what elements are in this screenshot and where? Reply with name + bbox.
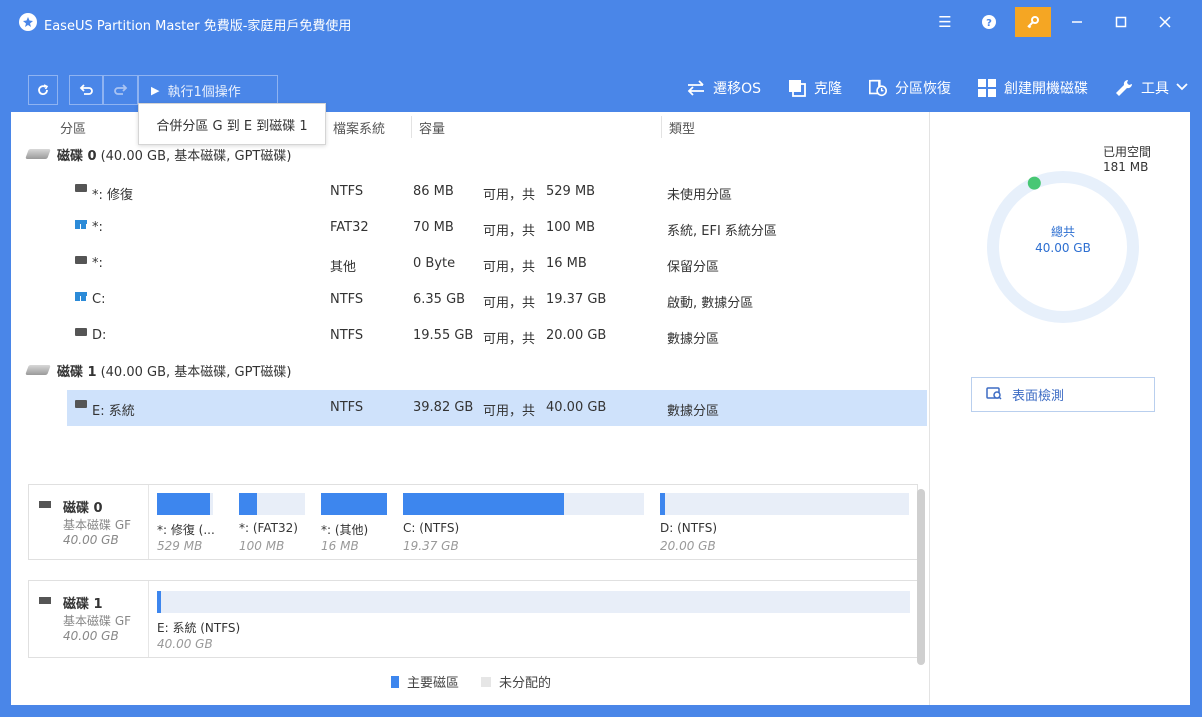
disk-header-0[interactable]: 磁碟 0 (40.00 GB, 基本磁碟, GPT磁碟) — [25, 143, 291, 165]
column-separator — [661, 116, 662, 138]
legend: 主要磁區 未分配的 — [391, 672, 551, 691]
help-icon[interactable]: ? — [971, 7, 1007, 37]
disk-map-1: 磁碟 1 基本磁碟 GF 40.00 GB E: 系統 (NTFS) 40.00… — [28, 580, 918, 658]
properties-panel: 已用空間 181 MB 總共 40.00 GB 表面檢測 — [929, 112, 1190, 705]
undo-button[interactable] — [69, 75, 103, 105]
table-row[interactable]: *: FAT32 70 MB 可用，共 100 MB 系統, EFI 系統分區 — [67, 210, 927, 246]
partition-fill — [660, 493, 665, 515]
disk-icon — [39, 597, 51, 604]
drive-icon — [75, 256, 87, 264]
legend-unallocated: 未分配的 — [481, 672, 551, 691]
undo-icon — [79, 84, 93, 95]
pending-operation-tooltip: 合併分區 G 到 E 到磁碟 1 — [138, 103, 326, 145]
table-row[interactable]: *: 其他 0 Byte 可用，共 16 MB 保留分區 — [67, 246, 927, 282]
primary-swatch — [391, 675, 399, 688]
disk-icon — [25, 365, 51, 375]
partition-fill — [403, 493, 564, 515]
column-separator — [411, 116, 412, 138]
svg-text:?: ? — [986, 18, 992, 29]
table-row[interactable]: *: 修復 NTFS 86 MB 可用，共 529 MB 未使用分區 — [67, 174, 927, 210]
used-marker — [1027, 176, 1041, 190]
tools-menu-button[interactable]: 工具 — [1114, 78, 1188, 98]
disk-icon — [39, 501, 51, 508]
partition-panel: 分區 檔案系統 容量 類型 磁碟 0 (40.00 GB, 基本磁碟, GPT磁… — [11, 112, 929, 705]
play-icon: ▶ — [151, 83, 160, 97]
windows-icon — [977, 78, 997, 98]
partition-fill — [157, 591, 161, 613]
column-header-partition[interactable]: 分區 — [60, 118, 86, 137]
table-row[interactable]: C: NTFS 6.35 GB 可用，共 19.37 GB 啟動, 數據分區 — [67, 282, 927, 318]
drive-icon — [75, 184, 87, 192]
disk-header-1[interactable]: 磁碟 1 (40.00 GB, 基本磁碟, GPT磁碟) — [25, 359, 291, 381]
drive-icon — [75, 328, 87, 336]
table-row[interactable]: D: NTFS 19.55 GB 可用，共 20.00 GB 數據分區 — [67, 318, 927, 354]
refresh-icon — [38, 84, 49, 96]
column-header-capacity[interactable]: 容量 — [419, 118, 445, 137]
column-header-filesystem[interactable]: 檔案系統 — [333, 118, 385, 137]
drive-icon — [75, 400, 87, 408]
execute-operations-button[interactable]: ▶ 執行1個操作 — [138, 75, 278, 105]
recovery-icon — [868, 78, 888, 98]
app-window: EaseUS Partition Master 免費版-家庭用戶免費使用 ☰ ? — [0, 0, 1202, 717]
partition-recovery-button[interactable]: 分區恢復 — [868, 78, 951, 98]
windows-drive-icon — [75, 292, 87, 301]
total-capacity: 總共 40.00 GB — [1035, 225, 1091, 255]
clone-icon — [787, 78, 807, 98]
disk-map-0: 磁碟 0 基本磁碟 GF 40.00 GB *: 修復 (... 529 MB … — [28, 484, 918, 560]
unallocated-swatch — [481, 676, 492, 687]
wrench-icon — [1114, 78, 1134, 98]
migrate-icon — [686, 78, 706, 98]
minimize-icon[interactable] — [1059, 7, 1095, 37]
windows-drive-icon — [75, 220, 87, 229]
partition-fill — [157, 493, 210, 515]
column-header-type[interactable]: 類型 — [669, 118, 695, 137]
disk-icon — [25, 149, 51, 159]
execute-label: 執行1個操作 — [167, 84, 241, 100]
partition-fill — [239, 493, 257, 515]
disk-map-info: 磁碟 0 基本磁碟 GF 40.00 GB — [29, 485, 149, 559]
app-logo-icon — [19, 13, 37, 31]
clone-button[interactable]: 克隆 — [787, 78, 842, 98]
maximize-icon[interactable] — [1103, 7, 1139, 37]
redo-button[interactable] — [103, 75, 138, 105]
chevron-down-icon — [1176, 80, 1188, 96]
refresh-button[interactable] — [28, 75, 58, 105]
disk-map-info: 磁碟 1 基本磁碟 GF 40.00 GB — [29, 581, 149, 657]
redo-icon — [113, 84, 127, 95]
license-key-icon[interactable] — [1015, 7, 1051, 37]
create-bootable-disk-button[interactable]: 創建開機磁碟 — [977, 78, 1088, 98]
window-title: EaseUS Partition Master 免費版-家庭用戶免費使用 — [44, 19, 352, 34]
tool-buttons: 遷移OS 克隆 分區恢復 創建開機磁碟 工具 — [686, 78, 1188, 98]
menu-icon[interactable]: ☰ — [927, 7, 963, 37]
legend-primary: 主要磁區 — [391, 672, 459, 691]
disk-check-icon — [986, 386, 1002, 404]
close-icon[interactable] — [1147, 7, 1183, 37]
table-row-selected[interactable]: E: 系統 NTFS 39.82 GB 可用，共 40.00 GB 數據分區 — [67, 390, 927, 426]
surface-test-button[interactable]: 表面檢測 — [971, 377, 1155, 412]
migrate-os-button[interactable]: 遷移OS — [686, 78, 761, 98]
diskmap-scrollbar[interactable] — [917, 489, 925, 665]
partition-fill — [321, 493, 387, 515]
title-bar: EaseUS Partition Master 免費版-家庭用戶免費使用 ☰ ? — [0, 0, 1202, 46]
